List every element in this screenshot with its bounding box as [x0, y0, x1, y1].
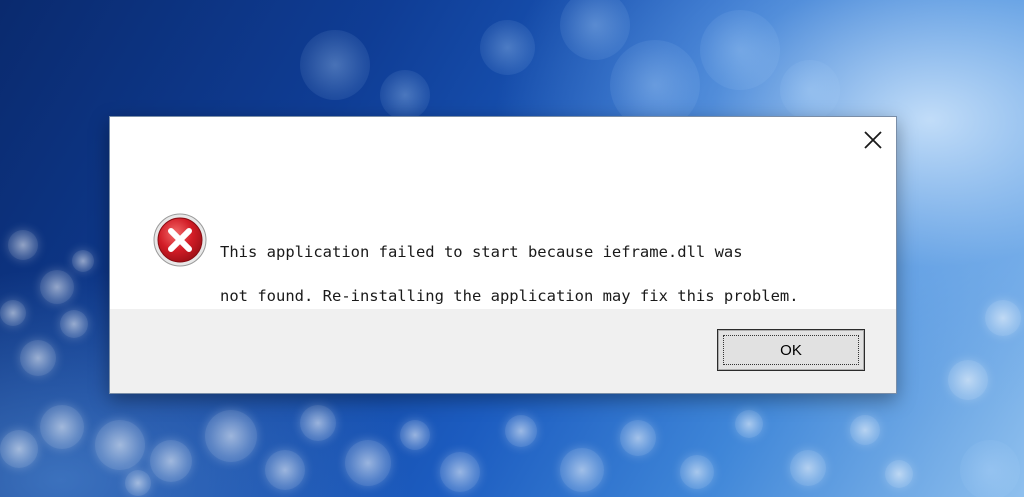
bokeh-light: [40, 405, 84, 449]
dialog-footer: OK: [110, 309, 896, 393]
bokeh-light: [560, 448, 604, 492]
ok-button-label: OK: [780, 341, 802, 359]
bokeh-light: [150, 440, 192, 482]
bokeh-light: [40, 270, 74, 304]
error-icon: [152, 212, 208, 268]
bokeh-light: [380, 70, 430, 120]
bokeh-light: [0, 300, 26, 326]
close-icon: [864, 131, 882, 149]
bokeh-light: [72, 250, 94, 272]
bokeh-light: [700, 10, 780, 90]
bokeh-light: [95, 420, 145, 470]
close-button[interactable]: [858, 125, 888, 155]
bokeh-light: [790, 450, 826, 486]
bokeh-light: [985, 300, 1021, 336]
error-message-line-2: not found. Re-installing the application…: [220, 287, 799, 305]
bokeh-light: [680, 455, 714, 489]
bokeh-light: [60, 310, 88, 338]
bokeh-light: [0, 430, 38, 468]
bokeh-light: [345, 440, 391, 486]
bokeh-light: [265, 450, 305, 490]
bokeh-light: [8, 230, 38, 260]
ok-button[interactable]: OK: [717, 329, 865, 371]
bokeh-light: [440, 452, 480, 492]
bokeh-light: [948, 360, 988, 400]
bokeh-light: [505, 415, 537, 447]
bokeh-light: [620, 420, 656, 456]
bokeh-light: [20, 340, 56, 376]
bokeh-light: [300, 30, 370, 100]
bokeh-light: [735, 410, 763, 438]
bokeh-light: [780, 60, 840, 120]
bokeh-light: [560, 0, 630, 60]
bokeh-light: [300, 405, 336, 441]
bokeh-light: [480, 20, 535, 75]
bokeh-light: [125, 470, 151, 496]
error-dialog: This application failed to start because…: [109, 116, 897, 394]
bokeh-light: [960, 440, 1020, 497]
bokeh-light: [885, 460, 913, 488]
bokeh-light: [400, 420, 430, 450]
bokeh-light: [850, 415, 880, 445]
bokeh-light: [205, 410, 257, 462]
dialog-content: This application failed to start because…: [110, 117, 896, 310]
error-message-line-1: This application failed to start because…: [220, 243, 743, 261]
